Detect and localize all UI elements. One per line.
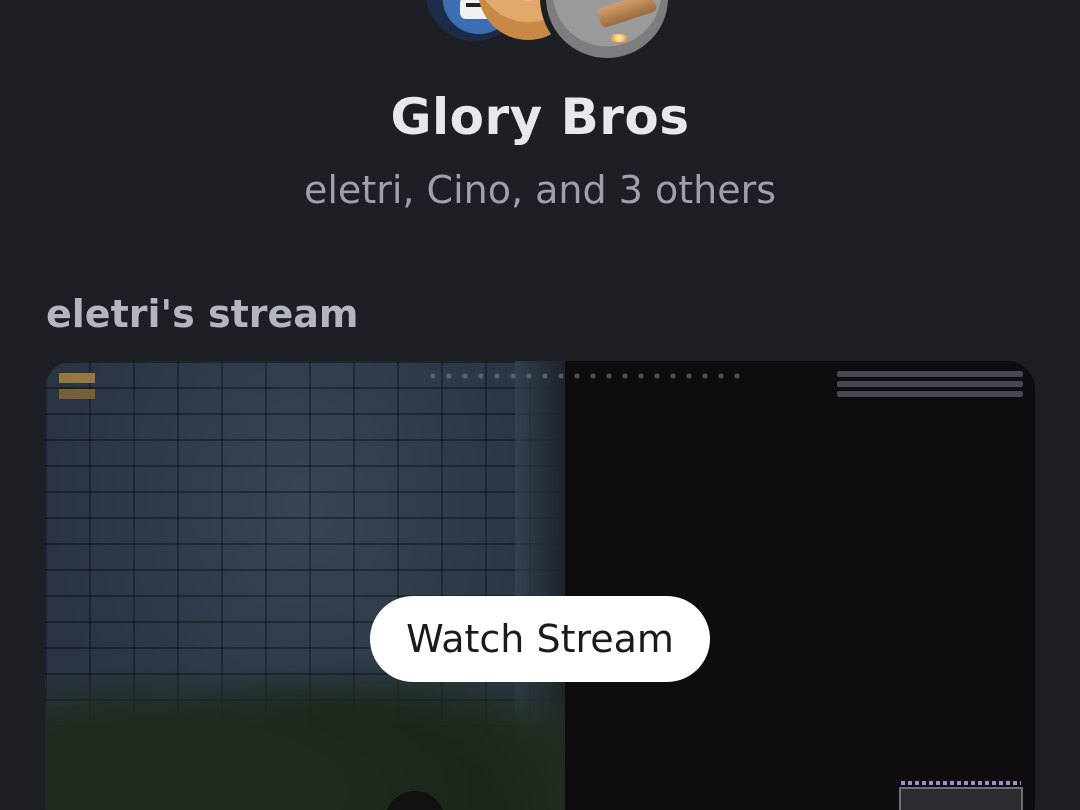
watch-stream-button[interactable]: Watch Stream: [370, 596, 710, 682]
hud-minimap: [899, 787, 1023, 810]
flame-icon: [608, 34, 630, 42]
stream-heading: eletri's stream: [46, 292, 359, 336]
hud-status-icon: [59, 373, 95, 403]
hud-compass: [425, 371, 745, 381]
group-title: Glory Bros: [390, 88, 690, 146]
hud-health-bar: [901, 781, 1021, 785]
jet-icon: [596, 0, 658, 29]
stream-preview[interactable]: [45, 361, 1035, 810]
hud-kill-log: [837, 371, 1023, 401]
group-call-screen: Glory Bros eletri, Cino, and 3 others el…: [0, 0, 1080, 810]
stream-dark-area: [565, 361, 1035, 810]
member-avatars: [0, 0, 1080, 70]
members-summary: eletri, Cino, and 3 others: [304, 168, 776, 212]
avatar: [540, 0, 674, 64]
